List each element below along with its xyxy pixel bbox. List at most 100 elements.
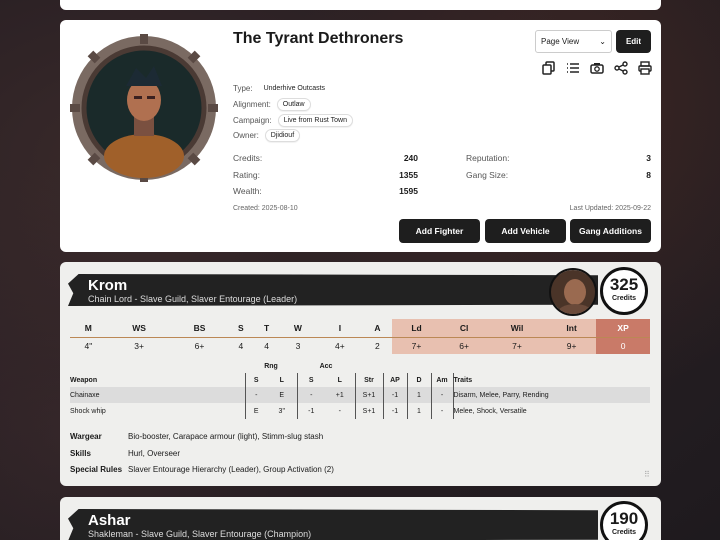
copy-icon[interactable] [541,60,557,76]
weapon-cell: E [244,403,267,419]
drag-handle-icon[interactable]: ⠿ [644,470,650,479]
fighter-credits-badge: 190 Credits [600,501,648,540]
created-date: Created: 2025-08-10 [233,205,298,212]
weapon-header: Str [354,373,383,387]
stats-header-row: M WS BS S T W I A Ld Cl Wil Int XP [70,319,650,337]
weapons-header-row: Weapon S L S L Str AP D Am Traits [70,373,650,387]
weapon-cell: +1 [325,387,355,403]
skills-row: Skills Hurl, Overseer [70,449,180,458]
weapon-header: L [337,376,342,384]
weapon-header: AP [382,373,407,387]
fighter-subtitle: Shakleman - Slave Guild, Slaver Entourag… [88,529,312,539]
weapon-cell: -1 [382,387,407,403]
stat-value: 0 [596,336,650,354]
weapon-row: Shock whip E 3" -1 - S+1 -1 1 - Melee, S… [70,403,650,419]
weapon-cell: -1 [296,403,325,419]
weapon-header: S [296,373,325,387]
stat-header: M [84,322,92,333]
stats-value-row: 4" 3+ 6+ 4 4 3 4+ 2 7+ 6+ 7+ 9+ 0 [70,336,650,354]
gang-additions-button[interactable]: Gang Additions [570,219,651,243]
fighter-card[interactable]: Krom Chain Lord - Slave Guild, Slaver En… [60,262,661,486]
type-row: Type: Underhive Outcasts [233,83,331,94]
stat-value: 7+ [487,336,548,354]
stat-value: 7+ [391,336,442,354]
stat-header: W [293,322,302,333]
credits-label: Credits: [233,153,263,163]
weapon-cell: -1 [382,403,407,419]
stat-header: I [338,322,342,333]
gangsize-value: 8 [646,170,651,180]
weapons-table: Rng Acc Weapon S L S L Str AP D Am Traits… [70,359,650,419]
wealth-label: Wealth: [233,186,262,196]
accuracy-header: Acc [319,362,333,370]
wargear-label: Wargear [70,432,102,441]
campaign-label: Campaign: [233,116,272,125]
weapon-header: S [244,373,267,387]
alignment-badge: Outlaw [276,98,311,111]
weapon-header: L [279,376,284,384]
weapon-header: D [406,373,431,387]
stat-value: 3+ [106,336,172,354]
print-icon[interactable] [637,60,653,76]
camera-icon[interactable] [589,60,605,76]
share-icon[interactable] [613,60,629,76]
chevron-down-icon: ⌄ [599,37,606,46]
rating-label: Rating: [233,170,260,180]
gang-card: The Tyrant Dethroners Page View ⌄ Edit Ty… [60,20,661,252]
stat-header: BS [193,322,206,333]
stat-header: XP [596,319,650,337]
type-label: Type: [233,84,253,93]
type-badge: Underhive Outcasts [258,83,331,94]
reputation-value: 3 [646,153,651,163]
weapon-cell: - [338,407,341,415]
fighter-card[interactable]: Ashar Shakleman - Slave Guild, Slaver En… [60,497,661,540]
stat-value: 9+ [547,336,597,354]
weapon-cell: - [244,387,267,403]
skills-value: Hurl, Overseer [128,449,181,458]
stat-value: 4 [254,336,279,354]
weapon-row: Chainaxe - E - +1 S+1 -1 1 - Disarm, Mel… [70,387,650,403]
weapon-cell: 1 [406,403,431,419]
fighter-credits: 190 [609,509,639,528]
weapon-cell: - [430,387,453,403]
weapon-cell: S+1 [354,387,383,403]
fighter-stats-table: M WS BS S T W I A Ld Cl Wil Int XP 4" 3+… [70,319,650,354]
fighter-name: Krom [88,277,128,294]
reputation-label: Reputation: [466,153,510,163]
stat-header: A [374,322,381,333]
add-fighter-button[interactable]: Add Fighter [399,219,480,243]
stat-value: 3 [278,336,317,354]
fighter-avatar [549,268,597,316]
stat-header: WS [132,322,146,333]
fighter-credits: 325 [609,275,639,294]
wargear-value: Bio-booster, Carapace armour (light), St… [128,432,324,441]
updated-date: Last Updated: 2025-09-22 [569,205,651,212]
credits-value: 240 [403,153,418,163]
weapon-header: Traits [452,373,650,387]
stat-value: 4" [70,336,107,354]
campaign-badge[interactable]: Live from Rust Town [277,114,353,127]
fighter-credits-label: Credits [611,529,637,536]
weapon-cell: - [430,403,453,419]
owner-badge[interactable]: Djidiouf [264,129,301,142]
range-header: Rng [264,362,278,370]
list-icon[interactable] [565,60,581,76]
weapon-header: Am [430,373,453,387]
fighter-name-bar: Krom Chain Lord - Slave Guild, Slaver En… [68,274,598,306]
page-view-select[interactable]: Page View ⌄ [535,30,612,53]
fighter-name: Ashar [88,512,131,529]
stat-value: 4+ [316,336,363,354]
stat-header: Wil [487,319,548,337]
weapon-header: Weapon [70,376,98,384]
fighter-name-bar: Ashar Shakleman - Slave Guild, Slaver En… [68,509,598,540]
gangsize-label: Gang Size: [466,170,509,180]
add-vehicle-button[interactable]: Add Vehicle [485,219,566,243]
stat-header: T [264,322,270,333]
weapon-traits: Melee, Shock, Versatile [452,403,650,419]
wargear-row: Wargear Bio-booster, Carapace armour (lig… [70,432,323,441]
page-view-value: Page View [541,37,580,46]
weapon-cell: E [267,387,297,403]
edit-button[interactable]: Edit [616,30,651,53]
stat-header: Ld [391,319,442,337]
weapon-cell: 3" [278,407,285,415]
